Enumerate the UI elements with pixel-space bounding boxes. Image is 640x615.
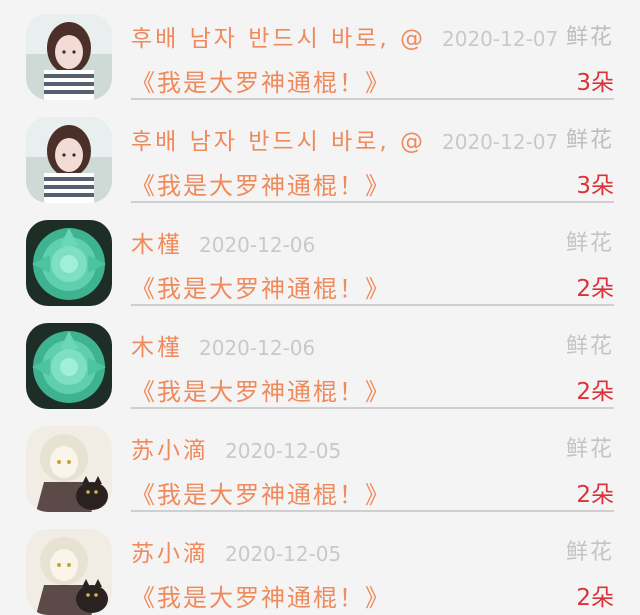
gift-date: 2020-12-06 [199,336,316,360]
girl-striped-shirt-avatar[interactable] [26,14,112,100]
gift-type-label: 鲜花 [565,334,614,359]
gift-type-label: 鲜花 [565,231,614,256]
green-flower-avatar[interactable] [26,323,112,409]
list-item[interactable]: 木槿 2020-12-06 鲜花 《我是大罗神通棍！》 2朵 [0,203,640,306]
work-title-link[interactable]: 《我是大罗神通棍！》 [131,166,391,201]
work-title-link[interactable]: 《我是大罗神通棍！》 [131,475,391,510]
gift-date: 2020-12-07 [442,27,559,51]
gift-date: 2020-12-07 [442,130,559,154]
gift-type-label: 鲜花 [565,540,614,565]
work-title-link[interactable]: 《我是大罗神通棍！》 [131,63,391,98]
gift-date: 2020-12-06 [199,233,316,257]
work-title-link[interactable]: 《我是大罗神通棍！》 [131,578,391,613]
gift-date: 2020-12-05 [225,439,342,463]
list-item[interactable]: 苏小滴 2020-12-05 鲜花 《我是大罗神通棍！》 2朵 [0,512,640,615]
gift-type-label: 鲜花 [565,25,614,50]
gift-count: 2朵 [576,482,614,508]
gift-type-label: 鲜花 [565,128,614,153]
gift-count: 2朵 [576,276,614,302]
name-date-line: 苏小滴 2020-12-05 [131,534,620,568]
anime-girl-cat-avatar[interactable] [26,529,112,615]
work-title-link[interactable]: 《我是大罗神通棍！》 [131,269,391,304]
name-date-line: 木槿 2020-12-06 [131,225,620,259]
girl-striped-shirt-avatar[interactable] [26,117,112,203]
gift-count: 2朵 [576,585,614,611]
sender-name[interactable]: 木槿 [131,335,183,361]
list-item[interactable]: 후배 남자 반드시 바로, @2020-12-07 鲜花 《我是大罗神通棍！》 … [0,0,640,100]
gift-count: 2朵 [576,379,614,405]
name-date-line: 후배 남자 반드시 바로, @ 2020-12-07 [131,122,620,156]
gift-count: 3朵 [576,70,614,96]
list-item[interactable]: 木槿 2020-12-06 鲜花 《我是大罗神通棍！》 2朵 [0,306,640,409]
name-date-line: 후배 남자 반드시 바로, @ 2020-12-07 [131,19,620,53]
sender-name[interactable]: 木槿 [131,232,183,258]
anime-girl-cat-avatar[interactable] [26,426,112,512]
list-item[interactable]: 苏小滴 2020-12-05 鲜花 《我是大罗神通棍！》 2朵 [0,409,640,512]
gift-date: 2020-12-05 [225,542,342,566]
name-date-line: 木槿 2020-12-06 [131,328,620,362]
gift-type-label: 鲜花 [565,437,614,462]
sender-name[interactable]: 苏小滴 [131,541,209,567]
green-flower-avatar[interactable] [26,220,112,306]
sender-name[interactable]: 후배 남자 반드시 바로, @ [131,129,426,155]
sender-name[interactable]: 苏小滴 [131,438,209,464]
name-date-line: 苏小滴 2020-12-05 [131,431,620,465]
list-item[interactable]: 후배 남자 반드시 바로, @2020-12-07 鲜花 《我是大罗神通棍！》 … [0,100,640,203]
sender-name[interactable]: 후배 남자 반드시 바로, @ [131,26,426,52]
gift-count: 3朵 [576,173,614,199]
work-title-link[interactable]: 《我是大罗神通棍！》 [131,372,391,407]
gift-record-list[interactable]: 후배 남자 반드시 바로, @2020-12-07 鲜花 《我是大罗神通棍！》 … [0,0,640,615]
